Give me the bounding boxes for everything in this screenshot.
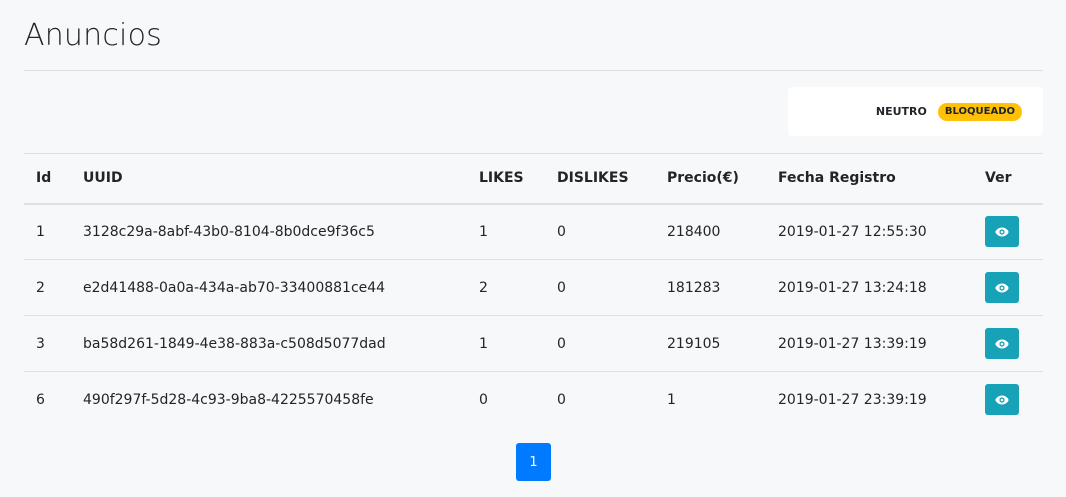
cell-uuid: 490f297f-5d28-4c93-9ba8-4225570458fe [71,371,467,428]
pagination-page-1[interactable]: 1 [516,443,551,481]
table-row: 3 ba58d261-1849-4e38-883a-c508d5077dad 1… [24,315,1043,372]
cell-ver [973,204,1043,260]
status-badge-blocked: BLOQUEADO [937,102,1022,121]
table-row: 2 e2d41488-0a0a-434a-ab70-33400881ce44 2… [24,259,1043,316]
header-precio: Precio(€) [655,153,766,205]
legend-neutral-label: NEUTRO [875,105,927,118]
view-button[interactable] [985,272,1019,303]
cell-precio: 218400 [667,223,721,240]
cell-dislikes: 0 [557,223,566,240]
header-id: Id [24,153,71,205]
view-button[interactable] [985,328,1019,359]
status-legend: NEUTRO BLOQUEADO [788,87,1043,136]
cell-fecha: 2019-01-27 13:39:19 [766,315,973,372]
header-fecha-registro: Fecha Registro [766,153,973,205]
eye-icon [995,395,1009,405]
view-button[interactable] [985,216,1019,248]
eye-icon [995,283,1009,292]
eye-icon [995,339,1009,348]
header-uuid: UUID [71,153,467,205]
cell-dislikes: 0 [545,315,655,372]
cell-id: 2 [24,259,71,316]
cell-uuid: e2d41488-0a0a-434a-ab70-33400881ce44 [71,259,467,316]
cell-ver [973,371,1043,428]
cell-likes: 1 [467,315,545,372]
ads-table: Id UUID LIKES DISLIKES Precio(€) Fecha R… [24,153,1043,428]
cell-precio: 219105 [655,315,766,372]
title-divider [24,70,1043,71]
cell-dislikes: 0 [545,259,655,316]
header-dislikes: DISLIKES [545,153,655,205]
cell-uuid: ba58d261-1849-4e38-883a-c508d5077dad [71,315,467,372]
header-ver: Ver [973,153,1043,205]
cell-ver [973,259,1043,316]
cell-likes: 2 [467,259,545,316]
eye-icon [995,227,1009,237]
cell-precio: 181283 [655,259,766,316]
cell-dislikes: 0 [545,371,655,428]
header-likes: LIKES [467,153,545,205]
cell-fecha: 2019-01-27 12:55:30 [778,223,927,240]
cell-ver [973,315,1043,372]
table-row: 1 3128c29a-8abf-43b0-8104-8b0dce9f36c5 1… [24,204,1043,260]
cell-id: 1 [36,223,45,240]
cell-likes: 0 [467,371,545,428]
cell-likes: 1 [479,223,488,240]
table-row: 6 490f297f-5d28-4c93-9ba8-4225570458fe 0… [24,371,1043,428]
cell-uuid: 3128c29a-8abf-43b0-8104-8b0dce9f36c5 [83,223,375,240]
table-header-row: Id UUID LIKES DISLIKES Precio(€) Fecha R… [24,153,1043,205]
cell-fecha: 2019-01-27 13:24:18 [766,259,973,316]
cell-precio: 1 [655,371,766,428]
cell-fecha: 2019-01-27 23:39:19 [766,371,973,428]
view-button[interactable] [985,384,1019,416]
page-title: Anuncios [24,18,162,53]
cell-id: 3 [24,315,71,372]
cell-id: 6 [24,371,71,428]
